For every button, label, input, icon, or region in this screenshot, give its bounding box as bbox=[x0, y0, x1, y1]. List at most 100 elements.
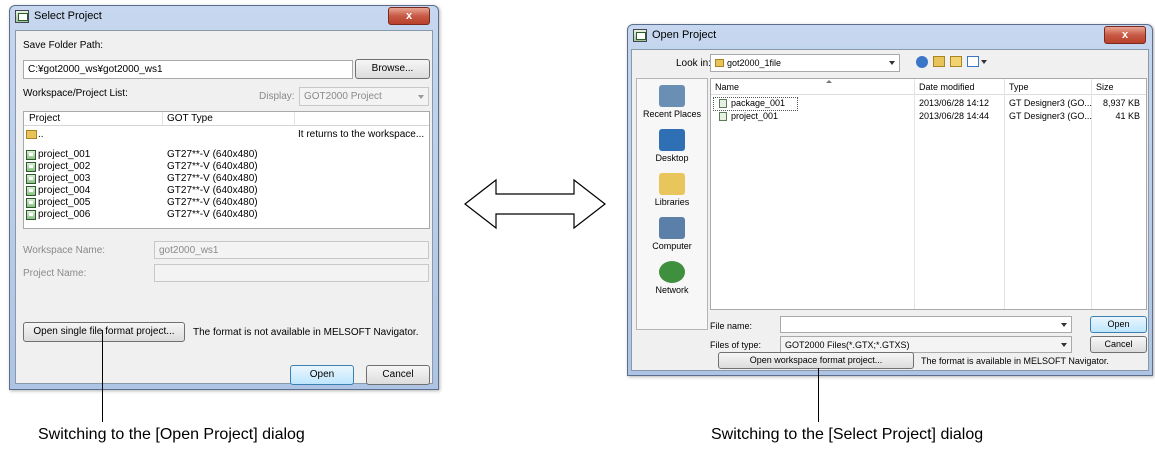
project-icon bbox=[26, 150, 36, 160]
open-button[interactable]: Open bbox=[1090, 316, 1147, 333]
new-folder-icon[interactable] bbox=[950, 56, 962, 67]
left-pointer-line bbox=[102, 330, 103, 422]
got-type-cell: GT27**-V (640x480) bbox=[167, 197, 258, 208]
back-icon[interactable] bbox=[916, 56, 928, 68]
double-arrow-icon bbox=[464, 178, 606, 230]
list-item[interactable]: project_005 GT27**-V (640x480) bbox=[24, 197, 429, 209]
left-caption: Switching to the [Open Project] dialog bbox=[38, 426, 305, 443]
display-label: Display: bbox=[259, 91, 295, 102]
place-label: Computer bbox=[652, 241, 692, 251]
files-of-type-select[interactable]: GOT2000 Files(*.GTX;*.GTXS) bbox=[780, 336, 1072, 353]
recent-places-icon bbox=[659, 85, 685, 107]
file-list[interactable]: Name Date modified Type Size package_001… bbox=[710, 78, 1147, 310]
right-pointer-line bbox=[818, 368, 819, 422]
project-icon bbox=[26, 186, 36, 196]
computer-icon bbox=[659, 217, 685, 239]
file-row[interactable]: package_001 2013/06/28 14:12 GT Designer3 … bbox=[713, 97, 1092, 111]
place-label: Libraries bbox=[654, 197, 690, 207]
project-name-field[interactable] bbox=[154, 264, 429, 282]
list-item[interactable]: project_003 GT27**-V (640x480) bbox=[24, 173, 429, 185]
got-type-cell: GT27**-V (640x480) bbox=[167, 185, 258, 196]
select-project-title: Select Project bbox=[34, 10, 102, 22]
file-size-cell: 41 KB bbox=[1115, 111, 1140, 121]
open-project-titlebar[interactable]: Open Project x bbox=[628, 25, 1152, 47]
column-header-size[interactable]: Size bbox=[1096, 82, 1114, 92]
place-network[interactable]: Network bbox=[637, 261, 707, 295]
select-project-titlebar[interactable]: Select Project x bbox=[10, 6, 438, 28]
place-libraries[interactable]: Libraries bbox=[637, 173, 707, 207]
project-name-cell: project_003 bbox=[38, 173, 91, 184]
file-name-input[interactable] bbox=[780, 316, 1072, 333]
open-project-dialog: Open Project x Look in: got2000_1file Re… bbox=[627, 24, 1153, 376]
files-of-type-label: Files of type: bbox=[710, 340, 762, 350]
column-header-got-type[interactable]: GOT Type bbox=[167, 113, 213, 124]
project-name-cell: project_002 bbox=[38, 161, 91, 172]
column-header-project[interactable]: Project bbox=[29, 113, 60, 124]
list-item[interactable]: project_006 GT27**-V (640x480) bbox=[24, 209, 429, 221]
cancel-button[interactable]: Cancel bbox=[1090, 336, 1147, 353]
place-label: Network bbox=[655, 285, 689, 295]
workspace-name-label: Workspace Name: bbox=[23, 245, 106, 256]
list-header: Project GOT Type bbox=[24, 112, 429, 126]
browse-button[interactable]: Browse... bbox=[355, 59, 430, 79]
column-divider bbox=[294, 112, 295, 125]
app-icon bbox=[633, 29, 647, 42]
look-in-value: got2000_1file bbox=[727, 58, 782, 68]
list-item[interactable]: .. It returns to the workspace... bbox=[24, 129, 429, 141]
project-name-label: Project Name: bbox=[23, 268, 87, 279]
column-header-type[interactable]: Type bbox=[1009, 82, 1029, 92]
desktop-icon bbox=[659, 129, 685, 151]
open-project-close-button[interactable]: x bbox=[1104, 26, 1146, 44]
place-desktop[interactable]: Desktop bbox=[637, 129, 707, 163]
list-item[interactable]: project_004 GT27**-V (640x480) bbox=[24, 185, 429, 197]
right-caption: Switching to the [Select Project] dialog bbox=[711, 426, 984, 443]
project-icon bbox=[26, 210, 36, 220]
chevron-down-icon bbox=[418, 94, 424, 99]
look-in-label: Look in: bbox=[676, 58, 712, 69]
place-computer[interactable]: Computer bbox=[637, 217, 707, 251]
project-name-cell: project_006 bbox=[38, 209, 91, 220]
open-workspace-project-button[interactable]: Open workspace format project... bbox=[718, 352, 914, 369]
place-label: Desktop bbox=[655, 153, 689, 163]
list-item[interactable]: project_002 GT27**-V (640x480) bbox=[24, 161, 429, 173]
workspace-format-note: The format is available in MELSOFT Navig… bbox=[921, 356, 1109, 366]
column-header-date-modified[interactable]: Date modified bbox=[919, 82, 975, 92]
project-icon bbox=[26, 162, 36, 172]
display-select-value: GOT2000 Project bbox=[304, 91, 382, 102]
file-icon bbox=[719, 112, 727, 121]
workspace-name-field[interactable]: got2000_ws1 bbox=[154, 241, 429, 259]
network-icon bbox=[659, 261, 685, 283]
folder-up-icon bbox=[26, 130, 37, 139]
places-bar: Recent Places Desktop Libraries Computer Net… bbox=[636, 78, 708, 330]
select-project-close-button[interactable]: x bbox=[388, 7, 430, 25]
save-folder-path-field[interactable]: C:¥got2000_ws¥got2000_ws1 bbox=[23, 60, 353, 79]
open-button[interactable]: Open bbox=[290, 365, 354, 385]
workspace-project-list[interactable]: Project GOT Type .. It returns to the wor… bbox=[23, 111, 430, 229]
open-single-file-project-button[interactable]: Open single file format project... bbox=[23, 322, 185, 342]
sort-up-icon bbox=[826, 80, 832, 83]
file-name-cell: project_001 bbox=[731, 111, 779, 121]
chevron-down-icon[interactable] bbox=[981, 60, 987, 64]
project-name-cell: project_005 bbox=[38, 197, 91, 208]
display-select[interactable]: GOT2000 Project bbox=[299, 87, 429, 106]
project-icon bbox=[26, 198, 36, 208]
look-in-select[interactable]: got2000_1file bbox=[710, 54, 900, 72]
single-file-format-note: The format is not available in MELSOFT N… bbox=[193, 327, 419, 338]
column-divider bbox=[162, 112, 163, 125]
list-item[interactable]: project_001 GT27**-V (640x480) bbox=[24, 149, 429, 161]
project-name-cell: .. bbox=[38, 129, 44, 140]
file-date-cell: 2013/06/28 14:12 bbox=[919, 98, 990, 108]
place-recent-places[interactable]: Recent Places bbox=[637, 85, 707, 119]
view-menu-icon[interactable] bbox=[967, 56, 979, 67]
got-type-cell: GT27**-V (640x480) bbox=[167, 209, 258, 220]
folder-icon bbox=[715, 59, 724, 67]
place-label: Recent Places bbox=[642, 109, 702, 119]
cancel-button[interactable]: Cancel bbox=[366, 365, 430, 385]
column-header-name[interactable]: Name bbox=[715, 82, 739, 92]
open-project-body: Look in: got2000_1file Recent Places Desk… bbox=[631, 49, 1149, 371]
up-folder-icon[interactable] bbox=[933, 56, 945, 67]
app-icon bbox=[15, 10, 29, 23]
open-project-title: Open Project bbox=[652, 29, 717, 41]
file-name-cell: package_001 bbox=[731, 98, 786, 108]
project-name-cell: project_001 bbox=[38, 149, 91, 160]
